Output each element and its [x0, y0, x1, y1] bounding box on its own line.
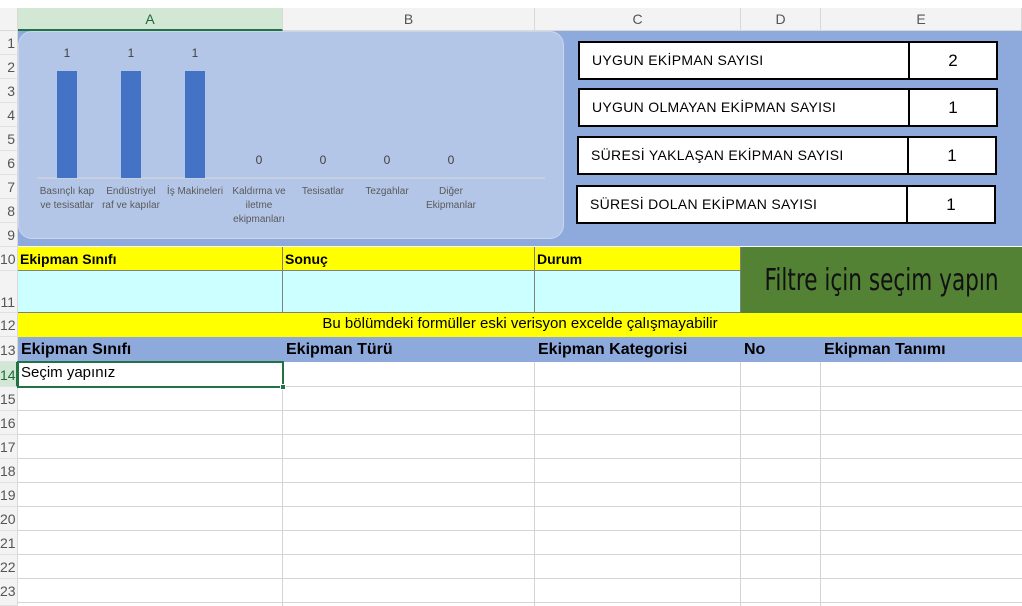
row-header[interactable]: 6 — [0, 151, 18, 175]
table-header-ekipman-sinifi: Ekipman Sınıfı — [21, 341, 132, 358]
column-header-c[interactable]: C — [535, 8, 741, 31]
row-header[interactable]: 15 — [0, 387, 18, 411]
stat-value: 1 — [946, 195, 956, 214]
grid-line — [18, 434, 1022, 435]
chart-category-label: İş Makineleri — [166, 186, 224, 197]
chart-data-label: 1 — [127, 46, 135, 60]
row-header[interactable]: 16 — [0, 411, 18, 435]
chart-category-label: Tesisatlar — [301, 186, 345, 197]
row-header[interactable]: 11 — [0, 271, 18, 313]
stat-value: 1 — [948, 98, 958, 117]
equipment-bar-chart[interactable]: 1 Basınçlı kap ve tesisatlar 1 Endüstriyel ra… — [18, 31, 564, 239]
row-header[interactable]: 12 — [0, 313, 18, 337]
filter-input-ekipman-sinifi[interactable] — [18, 271, 283, 313]
chart-bar[interactable] — [57, 71, 77, 178]
table-header-no: No — [744, 341, 766, 358]
grid-line — [18, 458, 1022, 459]
chart-category-label: Endüstriyel raf ve kapılar — [102, 186, 160, 211]
filter-input-sonuc[interactable] — [283, 271, 535, 313]
chart-data-label: 0 — [255, 153, 263, 167]
stat-label: SÜRESİ DOLAN EKİPMAN SAYISI — [590, 196, 818, 212]
chart-data-label: 0 — [447, 153, 455, 167]
row-header[interactable]: 10 — [0, 247, 18, 271]
row-header[interactable]: 14 — [0, 362, 18, 387]
column-header-a[interactable]: A — [18, 8, 283, 31]
active-cell-selection — [17, 361, 284, 388]
stat-box-suresi-yaklasan: SÜRESİ YAKLAŞAN EKİPMAN SAYISI 1 — [577, 136, 997, 175]
row-header[interactable]: 7 — [0, 175, 18, 199]
row-header[interactable]: 2 — [0, 55, 18, 79]
chart-data-label: 1 — [191, 46, 199, 60]
column-header-b[interactable]: B — [283, 8, 535, 31]
column-header-e[interactable]: E — [821, 8, 1022, 31]
row-header[interactable]: 19 — [0, 483, 18, 507]
grid-line — [18, 530, 1022, 531]
row-header[interactable]: 22 — [0, 555, 18, 579]
stat-label: UYGUN EKİPMAN SAYISI — [592, 52, 764, 68]
grid-line — [18, 578, 1022, 579]
filter-header-ekipman-sinifi: Ekipman Sınıfı — [18, 247, 283, 271]
stat-value: 1 — [947, 146, 957, 165]
stat-box-uygun-olmayan: UYGUN OLMAYAN EKİPMAN SAYISI 1 — [578, 88, 998, 127]
stat-label: UYGUN OLMAYAN EKİPMAN SAYISI — [592, 99, 837, 115]
filter-header-durum: Durum — [535, 247, 741, 271]
stat-box-suresi-dolan: SÜRESİ DOLAN EKİPMAN SAYISI 1 — [576, 185, 996, 224]
table-header-ekipman-turu: Ekipman Türü — [286, 341, 393, 358]
grid-line — [18, 602, 1022, 603]
stat-value: 2 — [948, 51, 958, 70]
row-header[interactable]: 4 — [0, 103, 18, 127]
row-header[interactable]: 5 — [0, 127, 18, 151]
toolbar-strip — [0, 0, 1022, 8]
row-header[interactable]: 21 — [0, 531, 18, 555]
row-header[interactable]: 8 — [0, 199, 18, 223]
grid-line — [534, 362, 535, 606]
grid-line — [18, 482, 1022, 483]
stat-label: SÜRESİ YAKLAŞAN EKİPMAN SAYISI — [591, 147, 844, 163]
table-header-ekipman-kategorisi: Ekipman Kategorisi — [538, 341, 688, 358]
grid-line — [18, 554, 1022, 555]
row-header[interactable]: 18 — [0, 459, 18, 483]
grid-line — [18, 410, 1022, 411]
row-header[interactable]: 17 — [0, 435, 18, 459]
chart-category-label: Basınçlı kap ve tesisatlar — [39, 186, 95, 211]
row-header[interactable]: 9 — [0, 223, 18, 247]
chart-data-label: 0 — [319, 153, 327, 167]
formula-warning: Bu bölümdeki formüller eski verisyon exc… — [18, 313, 1022, 337]
row-header[interactable]: 23 — [0, 579, 18, 606]
table-cell-ekipman-tanimi[interactable] — [821, 362, 1022, 387]
filter-input-durum[interactable] — [535, 271, 741, 313]
chart-category-label: Kaldırma ve iletme ekipmanları — [232, 186, 286, 225]
row-header[interactable]: 13 — [0, 337, 18, 362]
grid-line — [820, 362, 821, 606]
select-all-corner[interactable] — [0, 8, 18, 31]
table-cell-ekipman-kategorisi[interactable] — [535, 362, 741, 387]
chart-category-label: Tezgahlar — [365, 186, 409, 197]
grid-line — [18, 506, 1022, 507]
chart-data-label: 1 — [63, 46, 71, 60]
fill-handle[interactable] — [280, 384, 286, 390]
chart-bar[interactable] — [121, 71, 141, 178]
table-header-ekipman-tanimi: Ekipman Tanımı — [824, 341, 946, 358]
chart-category-label: Diğer Ekipmanlar — [425, 186, 477, 211]
chart-bar[interactable] — [185, 71, 205, 178]
grid-line — [740, 362, 741, 606]
chart-data-label: 0 — [383, 153, 391, 167]
filter-selection-button[interactable]: Filtre için seçim yapın — [741, 247, 1022, 313]
row-header[interactable]: 20 — [0, 507, 18, 531]
filter-header-sonuc: Sonuç — [283, 247, 535, 271]
row-header[interactable]: 1 — [0, 31, 18, 55]
table-cell-ekipman-turu[interactable] — [283, 362, 535, 387]
filter-button-label: Filtre için seçim yapın — [764, 262, 999, 298]
stat-box-uygun: UYGUN EKİPMAN SAYISI 2 — [578, 41, 998, 80]
row-header[interactable]: 3 — [0, 79, 18, 103]
grid-line — [282, 362, 283, 606]
table-cell-no[interactable] — [741, 362, 821, 387]
column-header-d[interactable]: D — [741, 8, 821, 31]
